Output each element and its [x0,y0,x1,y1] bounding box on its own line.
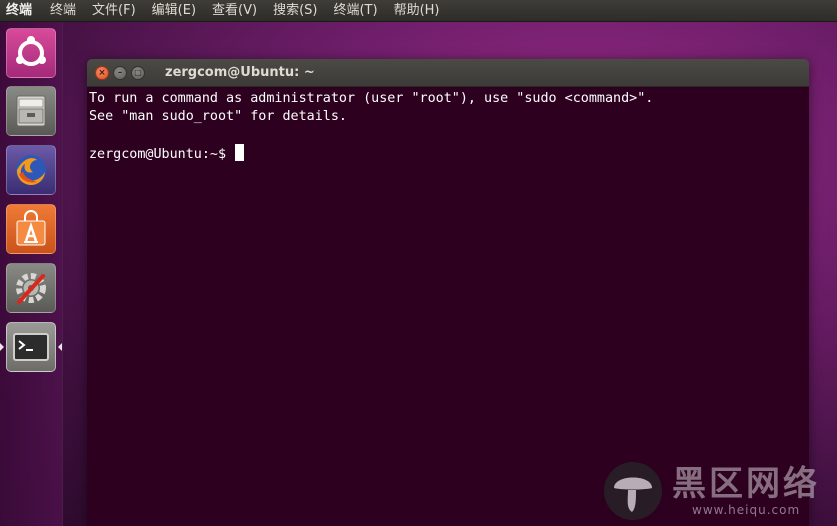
terminal-prompt-line[interactable]: zergcom@Ubuntu:~$ [89,144,809,162]
launcher [0,22,63,526]
ubuntu-dash-button[interactable] [6,28,56,78]
firefox-icon [16,155,46,186]
files-button[interactable] [6,86,56,136]
menu-terminal-2[interactable]: 终端(T) [327,0,383,22]
terminal-icon [13,333,49,361]
system-settings-icon [16,273,46,304]
menu-help[interactable]: 帮助(H) [388,0,446,22]
software-center-icon [16,210,46,246]
text-cursor [235,144,245,161]
app-title: 终端 [6,2,33,18]
terminal-line: To run a command as administrator (user … [89,91,654,106]
window-title: zergcom@Ubuntu: ~ [165,65,315,80]
active-indicator-left [0,343,4,351]
menu-edit[interactable]: 编辑(E) [146,0,202,22]
minimize-icon: – [117,67,123,78]
terminal-window: × – □ zergcom@Ubuntu: ~ To run a command… [87,59,809,526]
top-panel: 终端 终端 文件(F) 编辑(E) 查看(V) 搜索(S) 终端(T) 帮助(H… [0,0,837,22]
mushroom-logo-icon [604,462,662,520]
terminal-line: See "man sudo_root" for details. [89,109,347,124]
close-button[interactable]: × [95,65,109,80]
watermark: 黑区网络 www.heiqu.com [602,460,832,522]
menu-search[interactable]: 搜索(S) [267,0,323,22]
close-icon: × [98,67,106,78]
menu-file[interactable]: 文件(F) [86,0,142,22]
window-titlebar[interactable]: × – □ zergcom@Ubuntu: ~ [87,59,809,87]
system-settings-button[interactable] [6,263,56,313]
minimize-button[interactable]: – [113,65,127,80]
menu-terminal[interactable]: 终端 [44,0,82,22]
files-icon [16,95,46,127]
maximize-button[interactable]: □ [131,65,145,80]
watermark-url: www.heiqu.com [692,503,801,517]
software-center-button[interactable] [6,204,56,254]
firefox-button[interactable] [6,145,56,195]
focused-indicator-right [58,343,62,351]
ubuntu-dash-icon [16,36,46,66]
watermark-title: 黑区网络 [672,464,820,504]
shell-prompt: zergcom@Ubuntu:~$ [89,147,235,162]
menu-view[interactable]: 查看(V) [206,0,263,22]
maximize-icon: □ [134,68,142,77]
terminal-button[interactable] [6,322,56,372]
